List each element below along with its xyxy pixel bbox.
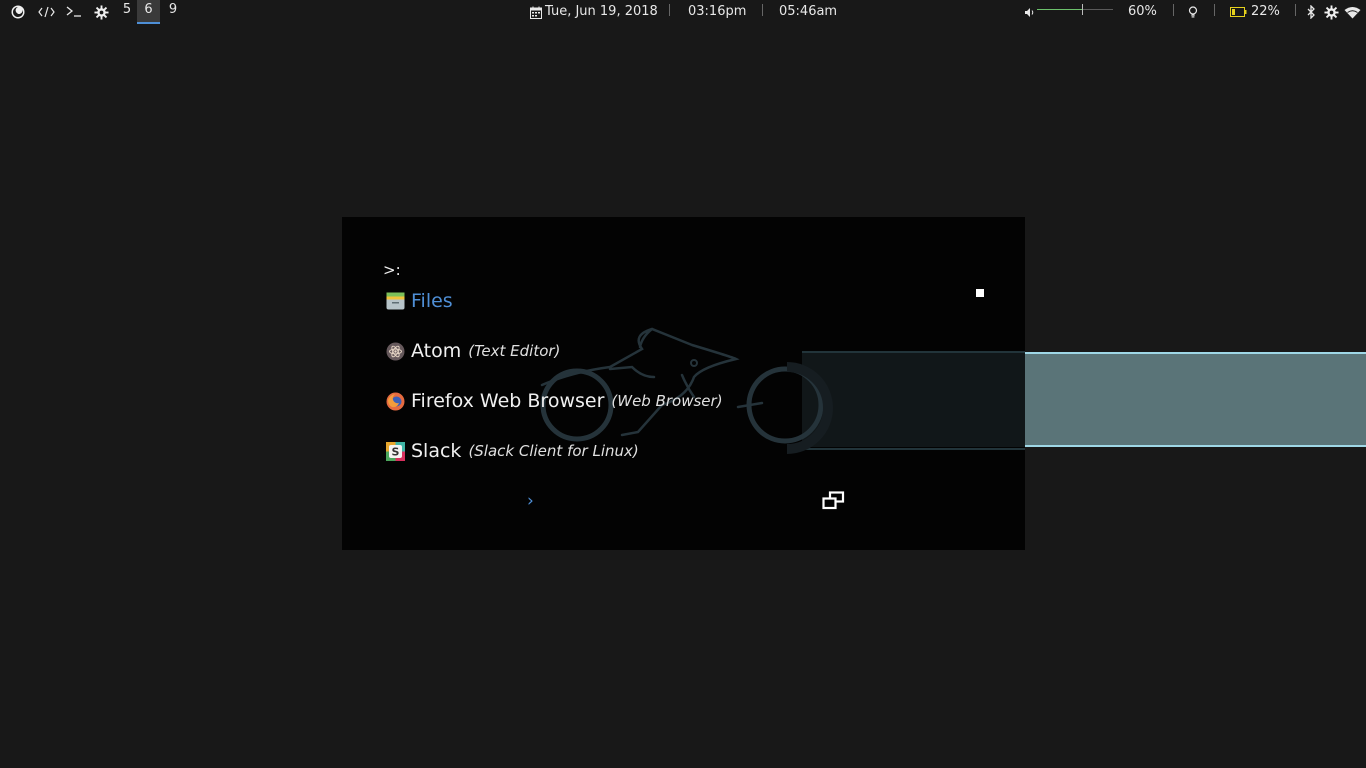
clock-secondary[interactable]: 05:46am [779, 0, 837, 24]
settings-gear-icon[interactable] [94, 0, 109, 24]
top-panel: 5 6 9 Tue, Jun 19, 2018 03:16pm 05:46am … [0, 0, 1366, 24]
light-trail [1025, 352, 1366, 447]
launcher-item-name: Atom [411, 340, 462, 362]
battery-icon [1230, 7, 1247, 17]
firefox-icon [385, 391, 405, 411]
date-widget[interactable]: Tue, Jun 19, 2018 [530, 0, 658, 24]
atom-icon [385, 341, 405, 361]
svg-text:S: S [391, 445, 399, 458]
divider [1214, 4, 1215, 16]
app-launcher: >: Files Atom (Text Editor) Firefox Web … [342, 217, 1366, 550]
launcher-item-name: Firefox Web Browser [411, 390, 605, 412]
firefox-launcher-icon[interactable] [10, 0, 26, 24]
launcher-item-description: (Slack Client for Linux) [468, 442, 639, 460]
divider [1173, 4, 1174, 16]
restore-window-icon[interactable] [822, 491, 845, 514]
launcher-item-name: Slack [411, 440, 462, 462]
workspace-9[interactable]: 9 [163, 0, 183, 24]
battery-percent: 22% [1251, 4, 1280, 19]
calendar-icon [530, 6, 542, 19]
lightbulb-icon[interactable] [1188, 0, 1198, 24]
terminal-icon[interactable] [66, 0, 82, 24]
system-settings-icon[interactable] [1324, 0, 1339, 24]
clock-local[interactable]: 03:16pm [688, 0, 746, 24]
workspace-6[interactable]: 6 [137, 0, 160, 24]
divider [762, 4, 763, 16]
volume-handle[interactable] [1082, 4, 1083, 15]
date-text: Tue, Jun 19, 2018 [545, 4, 658, 19]
launcher-item-slack[interactable]: S Slack (Slack Client for Linux) [385, 437, 639, 465]
launcher-item-atom[interactable]: Atom (Text Editor) [385, 337, 560, 365]
divider [669, 4, 670, 16]
code-editor-icon[interactable] [38, 0, 55, 24]
battery-widget[interactable]: 22% [1230, 0, 1280, 24]
next-page-button[interactable]: › [527, 491, 534, 511]
lightcycle-background-art [540, 327, 1025, 454]
cursor-marker [976, 289, 984, 297]
files-icon [385, 291, 405, 311]
bluetooth-icon[interactable] [1306, 0, 1316, 24]
wifi-icon[interactable] [1344, 0, 1361, 24]
workspace-5[interactable]: 5 [117, 0, 137, 24]
launcher-item-firefox[interactable]: Firefox Web Browser (Web Browser) [385, 387, 723, 415]
search-prompt[interactable]: >: [383, 261, 401, 279]
slack-icon: S [385, 441, 405, 461]
volume-slider[interactable] [1037, 4, 1113, 15]
launcher-item-description: (Web Browser) [611, 392, 723, 410]
launcher-item-files[interactable]: Files [385, 287, 453, 315]
launcher-item-description: (Text Editor) [468, 342, 561, 360]
divider [1295, 4, 1296, 16]
volume-percent: 60% [1128, 4, 1157, 19]
launcher-item-name: Files [411, 290, 453, 312]
volume-fill [1037, 9, 1083, 10]
speaker-icon[interactable] [1024, 0, 1035, 24]
